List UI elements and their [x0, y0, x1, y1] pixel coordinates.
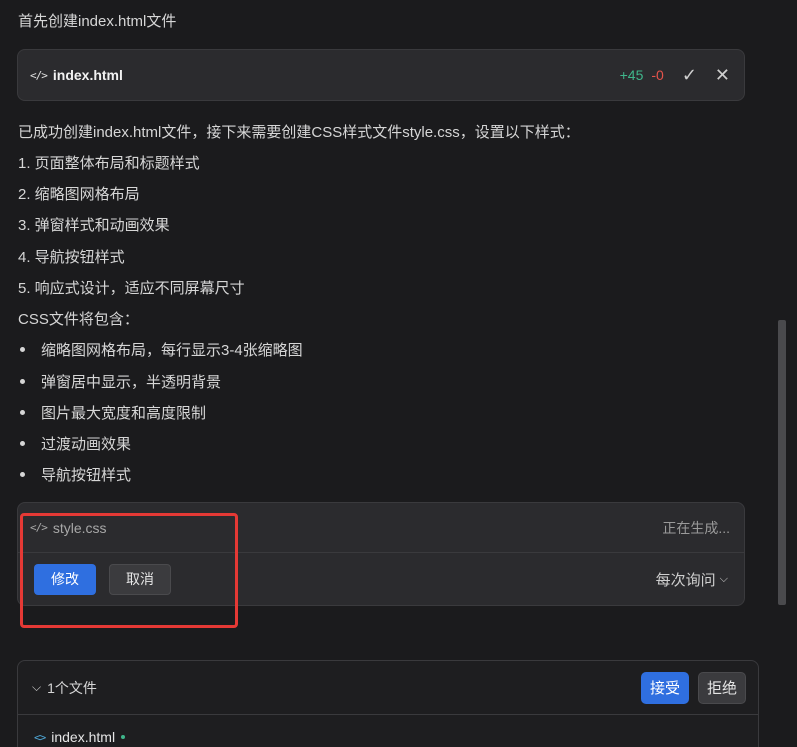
bullet-dot: [20, 410, 25, 415]
reject-button[interactable]: 拒绝: [698, 671, 746, 704]
file-name[interactable]: index.html: [53, 67, 123, 83]
accept-check-icon[interactable]: ✓: [682, 65, 697, 86]
bullet-text: 图片最大宽度和高度限制: [41, 405, 207, 422]
bullet-dot: [20, 441, 25, 446]
additions-count: +45: [619, 67, 644, 83]
changed-files-panel: ⌵ 1个文件 接受 拒绝 <> index.html: [17, 660, 759, 747]
code-icon: </>: [30, 68, 48, 82]
deletions-count: -0: [651, 67, 664, 83]
generating-status: 正在生成...: [662, 519, 730, 536]
ask-label: 每次询问: [655, 571, 716, 589]
files-panel-header: ⌵ 1个文件 接受 拒绝: [18, 661, 758, 715]
reject-close-icon[interactable]: ✕: [715, 65, 730, 86]
file-count[interactable]: 1个文件: [47, 678, 97, 698]
css-intro-text: CSS文件将包含：: [18, 311, 139, 328]
bullet-text: 导航按钮样式: [41, 467, 132, 484]
css-card-header: </> style.css 正在生成...: [18, 503, 744, 553]
bullet-item-2: 弹窗居中显示，半透明背景: [18, 371, 221, 392]
code-icon: </>: [30, 521, 48, 534]
message-text: 已成功创建index.html文件，接下来需要创建CSS样式文件style.cs…: [18, 124, 580, 141]
bullet-item-5: 导航按钮样式: [18, 464, 131, 485]
bullet-text: 弹窗居中显示，半透明背景: [41, 374, 222, 391]
bullet-dot: [20, 472, 25, 477]
bullet-text: 过渡动画效果: [41, 436, 132, 453]
changed-file-name[interactable]: index.html: [51, 729, 115, 745]
numbered-item-5: 5. 响应式设计，适应不同屏幕尺寸: [18, 280, 245, 297]
scrollbar-thumb[interactable]: [778, 320, 786, 605]
numbered-item-4: 4. 导航按钮样式: [18, 249, 125, 266]
cancel-button[interactable]: 取消: [109, 563, 171, 595]
accept-button[interactable]: 接受: [641, 671, 689, 704]
style-css-card: </> style.css 正在生成... 修改 取消 每次询问 ⌵: [17, 502, 745, 606]
code-icon: <>: [34, 730, 46, 744]
list-item[interactable]: <> index.html: [18, 715, 758, 747]
css-card-actions: 修改 取消 每次询问 ⌵: [18, 553, 744, 605]
bullet-dot: [20, 347, 25, 352]
bullet-text: 缩略图网格布局，每行显示3-4张缩略图: [41, 342, 303, 359]
bullet-item-4: 过渡动画效果: [18, 433, 131, 454]
bullet-item-3: 图片最大宽度和高度限制: [18, 402, 206, 423]
bullet-item-1: 缩略图网格布局，每行显示3-4张缩略图: [18, 339, 303, 360]
chevron-down-icon: ⌵: [719, 572, 728, 585]
edit-button[interactable]: 修改: [34, 563, 96, 595]
intro-text: 首先创建index.html文件: [18, 13, 177, 30]
numbered-item-3: 3. 弹窗样式和动画效果: [18, 217, 170, 234]
bullet-dot: [20, 379, 25, 384]
numbered-item-2: 2. 缩略图网格布局: [18, 186, 140, 203]
chevron-down-icon[interactable]: ⌵: [32, 680, 41, 695]
modified-dot-icon: [121, 735, 126, 739]
file-name[interactable]: style.css: [53, 520, 107, 536]
file-change-card[interactable]: </> index.html +45 -0 ✓ ✕: [17, 49, 745, 101]
ask-every-time-dropdown[interactable]: 每次询问 ⌵: [656, 569, 728, 590]
numbered-item-1: 1. 页面整体布局和标题样式: [18, 155, 200, 172]
